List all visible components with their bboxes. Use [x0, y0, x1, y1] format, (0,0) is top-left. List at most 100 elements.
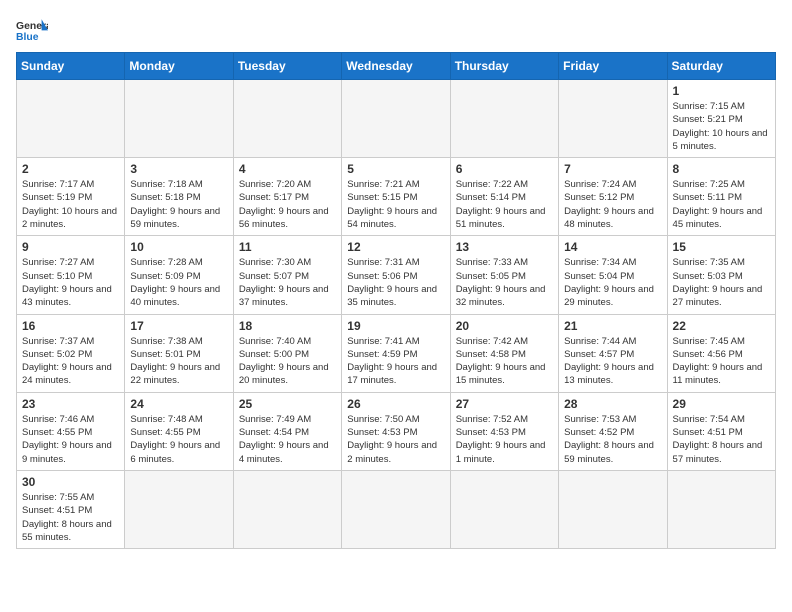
calendar-cell: [667, 470, 775, 548]
weekday-header-wednesday: Wednesday: [342, 53, 450, 80]
calendar-cell: 9Sunrise: 7:27 AM Sunset: 5:10 PM Daylig…: [17, 236, 125, 314]
day-info: Sunrise: 7:53 AM Sunset: 4:52 PM Dayligh…: [564, 413, 661, 466]
calendar-cell: [450, 80, 558, 158]
calendar-cell: 10 Sunrise: 7:28 AM Sunset: 5:09 PM Dayli…: [125, 236, 233, 314]
day-number: 17: [130, 319, 227, 333]
weekday-header-tuesday: Tuesday: [233, 53, 341, 80]
calendar-cell: 8 Sunrise: 7:25 AM Sunset: 5:11 PM Daylig…: [667, 158, 775, 236]
week-row-1: 2 Sunrise: 7:17 AM Sunset: 5:19 PM Daylig…: [17, 158, 776, 236]
calendar-cell: 25Sunrise: 7:49 AM Sunset: 4:54 PM Dayli…: [233, 392, 341, 470]
calendar-cell: 29Sunrise: 7:54 AM Sunset: 4:51 PM Dayli…: [667, 392, 775, 470]
calendar-cell: [125, 470, 233, 548]
calendar-cell: [559, 80, 667, 158]
calendar-cell: 23 Sunrise: 7:46 AM Sunset: 4:55 PM Dayli…: [17, 392, 125, 470]
day-number: 21: [564, 319, 661, 333]
day-number: 28: [564, 397, 661, 411]
day-number: 22: [673, 319, 770, 333]
day-number: 13: [456, 240, 553, 254]
day-info: Sunrise: 7:50 AM Sunset: 4:53 PM Dayligh…: [347, 413, 444, 466]
day-number: 19: [347, 319, 444, 333]
weekday-header-saturday: Saturday: [667, 53, 775, 80]
day-number: 14: [564, 240, 661, 254]
day-number: 2: [22, 162, 119, 176]
day-info: Sunrise: 7:41 AM Sunset: 4:59 PM Dayligh…: [347, 335, 444, 388]
day-number: 1: [673, 84, 770, 98]
calendar-cell: 17Sunrise: 7:38 AM Sunset: 5:01 PM Dayli…: [125, 314, 233, 392]
calendar-cell: 19 Sunrise: 7:41 AM Sunset: 4:59 PM Dayli…: [342, 314, 450, 392]
calendar-cell: [125, 80, 233, 158]
week-row-5: 30 Sunrise: 7:55 AM Sunset: 4:51 PM Dayli…: [17, 470, 776, 548]
day-info: Sunrise: 7:48 AM Sunset: 4:55 PM Dayligh…: [130, 413, 227, 466]
header: General Blue: [16, 16, 776, 44]
day-info: Sunrise: 7:21 AM Sunset: 5:15 PM Dayligh…: [347, 178, 444, 231]
calendar-body: 1 Sunrise: 7:15 AM Sunset: 5:21 PM Daylig…: [17, 80, 776, 549]
calendar-cell: [559, 470, 667, 548]
calendar-cell: 28 Sunrise: 7:53 AM Sunset: 4:52 PM Dayli…: [559, 392, 667, 470]
calendar-cell: 18 Sunrise: 7:40 AM Sunset: 5:00 PM Dayli…: [233, 314, 341, 392]
day-info: Sunrise: 7:40 AM Sunset: 5:00 PM Dayligh…: [239, 335, 336, 388]
calendar-cell: 27Sunrise: 7:52 AM Sunset: 4:53 PM Dayli…: [450, 392, 558, 470]
day-number: 29: [673, 397, 770, 411]
day-number: 10: [130, 240, 227, 254]
day-number: 16: [22, 319, 119, 333]
calendar-cell: [17, 80, 125, 158]
calendar-cell: 13 Sunrise: 7:33 AM Sunset: 5:05 PM Dayli…: [450, 236, 558, 314]
week-row-3: 16Sunrise: 7:37 AM Sunset: 5:02 PM Dayli…: [17, 314, 776, 392]
day-info: Sunrise: 7:15 AM Sunset: 5:21 PM Dayligh…: [673, 100, 770, 153]
day-number: 18: [239, 319, 336, 333]
calendar-cell: 14 Sunrise: 7:34 AM Sunset: 5:04 PM Dayli…: [559, 236, 667, 314]
day-info: Sunrise: 7:22 AM Sunset: 5:14 PM Dayligh…: [456, 178, 553, 231]
day-number: 30: [22, 475, 119, 489]
day-number: 8: [673, 162, 770, 176]
calendar-cell: 22 Sunrise: 7:45 AM Sunset: 4:56 PM Dayli…: [667, 314, 775, 392]
calendar-table: SundayMondayTuesdayWednesdayThursdayFrid…: [16, 52, 776, 549]
calendar-cell: [342, 80, 450, 158]
day-info: Sunrise: 7:33 AM Sunset: 5:05 PM Dayligh…: [456, 256, 553, 309]
weekday-header-friday: Friday: [559, 53, 667, 80]
calendar-cell: 21 Sunrise: 7:44 AM Sunset: 4:57 PM Dayli…: [559, 314, 667, 392]
day-number: 7: [564, 162, 661, 176]
calendar-cell: 20 Sunrise: 7:42 AM Sunset: 4:58 PM Dayli…: [450, 314, 558, 392]
day-number: 4: [239, 162, 336, 176]
svg-text:Blue: Blue: [16, 32, 39, 43]
calendar-cell: [342, 470, 450, 548]
day-info: Sunrise: 7:52 AM Sunset: 4:53 PM Dayligh…: [456, 413, 553, 466]
day-number: 20: [456, 319, 553, 333]
day-info: Sunrise: 7:34 AM Sunset: 5:04 PM Dayligh…: [564, 256, 661, 309]
weekday-row: SundayMondayTuesdayWednesdayThursdayFrid…: [17, 53, 776, 80]
weekday-header-sunday: Sunday: [17, 53, 125, 80]
day-number: 5: [347, 162, 444, 176]
calendar-cell: 2 Sunrise: 7:17 AM Sunset: 5:19 PM Daylig…: [17, 158, 125, 236]
day-info: Sunrise: 7:24 AM Sunset: 5:12 PM Dayligh…: [564, 178, 661, 231]
day-info: Sunrise: 7:42 AM Sunset: 4:58 PM Dayligh…: [456, 335, 553, 388]
day-info: Sunrise: 7:18 AM Sunset: 5:18 PM Dayligh…: [130, 178, 227, 231]
day-number: 24: [130, 397, 227, 411]
calendar-cell: 5 Sunrise: 7:21 AM Sunset: 5:15 PM Daylig…: [342, 158, 450, 236]
calendar-cell: [233, 80, 341, 158]
day-info: Sunrise: 7:55 AM Sunset: 4:51 PM Dayligh…: [22, 491, 119, 544]
calendar-cell: 3 Sunrise: 7:18 AM Sunset: 5:18 PM Daylig…: [125, 158, 233, 236]
logo-icon: General Blue: [16, 16, 48, 44]
calendar-cell: 11Sunrise: 7:30 AM Sunset: 5:07 PM Dayli…: [233, 236, 341, 314]
day-info: Sunrise: 7:45 AM Sunset: 4:56 PM Dayligh…: [673, 335, 770, 388]
day-info: Sunrise: 7:28 AM Sunset: 5:09 PM Dayligh…: [130, 256, 227, 309]
day-number: 12: [347, 240, 444, 254]
calendar-cell: 1 Sunrise: 7:15 AM Sunset: 5:21 PM Daylig…: [667, 80, 775, 158]
calendar-cell: 4Sunrise: 7:20 AM Sunset: 5:17 PM Daylig…: [233, 158, 341, 236]
day-number: 25: [239, 397, 336, 411]
day-number: 6: [456, 162, 553, 176]
day-info: Sunrise: 7:44 AM Sunset: 4:57 PM Dayligh…: [564, 335, 661, 388]
day-info: Sunrise: 7:46 AM Sunset: 4:55 PM Dayligh…: [22, 413, 119, 466]
calendar-cell: 16Sunrise: 7:37 AM Sunset: 5:02 PM Dayli…: [17, 314, 125, 392]
day-info: Sunrise: 7:25 AM Sunset: 5:11 PM Dayligh…: [673, 178, 770, 231]
week-row-2: 9Sunrise: 7:27 AM Sunset: 5:10 PM Daylig…: [17, 236, 776, 314]
day-number: 11: [239, 240, 336, 254]
day-info: Sunrise: 7:35 AM Sunset: 5:03 PM Dayligh…: [673, 256, 770, 309]
calendar-cell: [450, 470, 558, 548]
weekday-header-monday: Monday: [125, 53, 233, 80]
calendar-header: SundayMondayTuesdayWednesdayThursdayFrid…: [17, 53, 776, 80]
day-info: Sunrise: 7:17 AM Sunset: 5:19 PM Dayligh…: [22, 178, 119, 231]
day-number: 3: [130, 162, 227, 176]
day-number: 23: [22, 397, 119, 411]
week-row-4: 23 Sunrise: 7:46 AM Sunset: 4:55 PM Dayli…: [17, 392, 776, 470]
